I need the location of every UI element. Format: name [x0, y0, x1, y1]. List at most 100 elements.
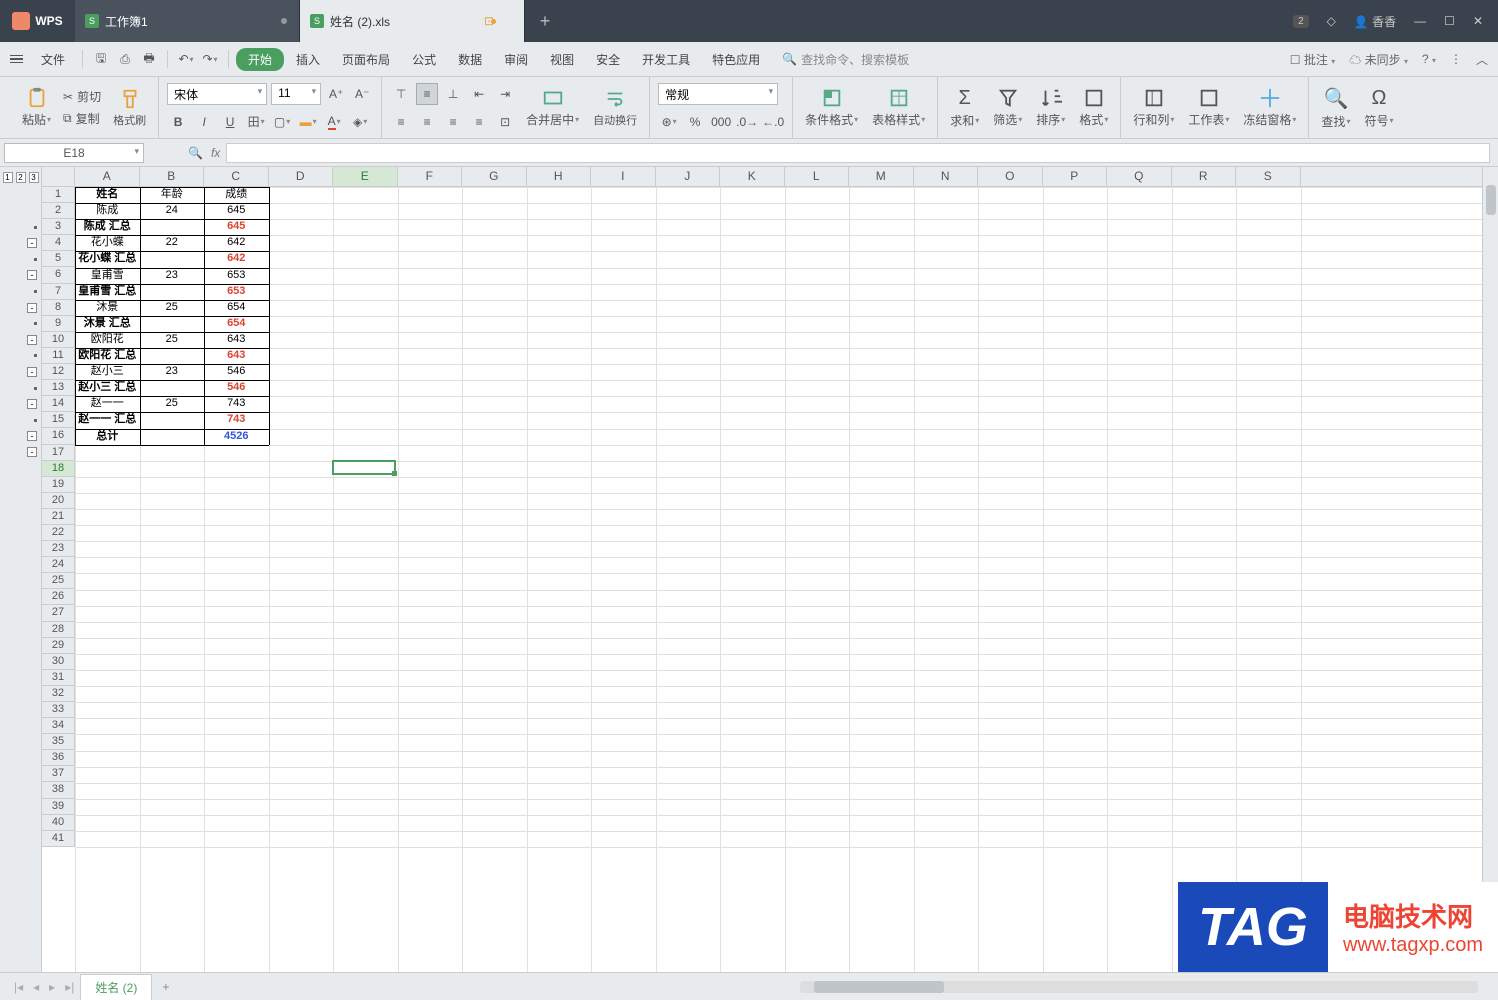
row-header-16[interactable]: 16: [42, 428, 74, 444]
row-header-9[interactable]: 9: [42, 316, 74, 332]
cell-color-button[interactable]: ▬: [297, 111, 319, 133]
align-middle-icon[interactable]: ≡: [416, 83, 438, 105]
col-header-F[interactable]: F: [398, 167, 463, 186]
row-header-36[interactable]: 36: [42, 750, 74, 766]
row-header-24[interactable]: 24: [42, 557, 74, 573]
align-left-icon[interactable]: ≡: [390, 111, 412, 133]
row-header-33[interactable]: 33: [42, 702, 74, 718]
row-header-32[interactable]: 32: [42, 686, 74, 702]
row-header-40[interactable]: 40: [42, 815, 74, 831]
currency-icon[interactable]: ⊛: [658, 111, 680, 133]
indent-increase-icon[interactable]: ⇥: [494, 83, 516, 105]
help-icon[interactable]: ? ▾: [1422, 52, 1436, 66]
row-header-29[interactable]: 29: [42, 638, 74, 654]
menu-insert[interactable]: 插入: [286, 47, 330, 72]
indent-decrease-icon[interactable]: ⇤: [468, 83, 490, 105]
row-header-23[interactable]: 23: [42, 541, 74, 557]
col-header-J[interactable]: J: [656, 167, 721, 186]
row-header-11[interactable]: 11: [42, 348, 74, 364]
row-header-6[interactable]: 6: [42, 267, 74, 283]
name-box[interactable]: E18: [4, 143, 144, 163]
vertical-scrollbar[interactable]: [1482, 167, 1498, 972]
cells-area[interactable]: 姓名年龄成绩陈成24645陈成 汇总645花小蝶22642花小蝶 汇总642皇甫…: [75, 187, 1498, 972]
menu-dev[interactable]: 开发工具: [632, 47, 700, 72]
row-header-7[interactable]: 7: [42, 284, 74, 300]
col-header-M[interactable]: M: [849, 167, 914, 186]
preview-icon[interactable]: 🖶: [138, 48, 160, 70]
sheet-nav-next[interactable]: ▸: [45, 980, 59, 994]
collapse-ribbon-icon[interactable]: ︿: [1476, 51, 1488, 68]
percent-icon[interactable]: %: [684, 111, 706, 133]
column-headers[interactable]: ABCDEFGHIJKLMNOPQRS: [75, 167, 1498, 187]
align-right-icon[interactable]: ≡: [442, 111, 464, 133]
row-header-38[interactable]: 38: [42, 782, 74, 798]
row-header-10[interactable]: 10: [42, 332, 74, 348]
row-header-3[interactable]: 3: [42, 219, 74, 235]
row-header-14[interactable]: 14: [42, 396, 74, 412]
format-button[interactable]: 格式▾: [1075, 87, 1112, 128]
menu-layout[interactable]: 页面布局: [332, 47, 400, 72]
italic-button[interactable]: I: [193, 111, 215, 133]
close-button[interactable]: ✕: [1473, 14, 1483, 28]
col-header-Q[interactable]: Q: [1107, 167, 1172, 186]
underline-button[interactable]: U: [219, 111, 241, 133]
sum-button[interactable]: Σ求和▾: [946, 87, 983, 129]
row-header-17[interactable]: 17: [42, 445, 74, 461]
menu-security[interactable]: 安全: [586, 47, 630, 72]
col-header-S[interactable]: S: [1236, 167, 1301, 186]
conditional-format-button[interactable]: 条件格式▾: [801, 87, 862, 128]
col-header-C[interactable]: C: [204, 167, 269, 186]
menu-start[interactable]: 开始: [236, 48, 284, 71]
wrap-button[interactable]: 自动换行: [589, 88, 641, 128]
zoom-icon[interactable]: 🔍: [188, 146, 203, 160]
row-header-25[interactable]: 25: [42, 573, 74, 589]
row-header-19[interactable]: 19: [42, 477, 74, 493]
freeze-button[interactable]: 冻结窗格▾: [1239, 87, 1300, 128]
undo-icon[interactable]: ↶: [175, 48, 197, 70]
row-header-35[interactable]: 35: [42, 734, 74, 750]
sheet-nav-prev[interactable]: ◂: [29, 980, 43, 994]
rowcol-button[interactable]: 行和列▾: [1129, 87, 1178, 128]
row-header-5[interactable]: 5: [42, 251, 74, 267]
font-name-select[interactable]: 宋体: [167, 83, 267, 105]
sheet-nav-last[interactable]: ▸|: [61, 980, 78, 994]
outline-levels[interactable]: 123: [0, 167, 41, 187]
table-style-button[interactable]: 表格样式▾: [868, 87, 929, 128]
col-header-N[interactable]: N: [914, 167, 979, 186]
bold-button[interactable]: B: [167, 111, 189, 133]
highlight-button[interactable]: ◈: [349, 111, 371, 133]
sync-button[interactable]: ☁ 未同步 ▾: [1349, 51, 1408, 68]
decrease-decimal-icon[interactable]: ←.0: [762, 111, 784, 133]
notification-badge[interactable]: 2: [1293, 15, 1309, 28]
user-avatar[interactable]: 👤 香香: [1354, 13, 1396, 30]
sort-button[interactable]: 排序▾: [1032, 87, 1069, 128]
menu-review[interactable]: 审阅: [494, 47, 538, 72]
row-header-22[interactable]: 22: [42, 525, 74, 541]
annotate-button[interactable]: ☐ 批注 ▾: [1290, 51, 1335, 68]
row-header-41[interactable]: 41: [42, 831, 74, 847]
add-sheet-button[interactable]: +: [154, 976, 177, 998]
more-icon[interactable]: ⋮: [1450, 52, 1462, 66]
filter-button[interactable]: 筛选▾: [989, 87, 1026, 128]
row-header-37[interactable]: 37: [42, 766, 74, 782]
paste-button[interactable]: 粘贴▾: [18, 87, 55, 128]
row-header-18[interactable]: 18: [42, 461, 74, 477]
col-header-A[interactable]: A: [75, 167, 140, 186]
row-headers[interactable]: 1234567891011121314151617181920212223242…: [42, 187, 75, 847]
fill-color-button[interactable]: ▢: [271, 111, 293, 133]
wps-logo[interactable]: WPS: [0, 0, 75, 42]
menu-view[interactable]: 视图: [540, 47, 584, 72]
skin-icon[interactable]: ◇: [1327, 14, 1336, 28]
cut-button[interactable]: ✂剪切: [61, 87, 103, 106]
save-icon[interactable]: 🖫: [90, 48, 112, 70]
increase-font-icon[interactable]: A⁺: [325, 83, 347, 105]
tab-workbook1[interactable]: S 工作簿1: [75, 0, 300, 42]
minimize-button[interactable]: —: [1414, 14, 1426, 28]
col-header-P[interactable]: P: [1043, 167, 1108, 186]
row-header-26[interactable]: 26: [42, 589, 74, 605]
sheet-nav-first[interactable]: |◂: [10, 980, 27, 994]
row-header-20[interactable]: 20: [42, 493, 74, 509]
row-header-2[interactable]: 2: [42, 203, 74, 219]
copy-button[interactable]: ⧉复制: [61, 109, 103, 128]
outline-pane[interactable]: 123 --------: [0, 167, 42, 972]
